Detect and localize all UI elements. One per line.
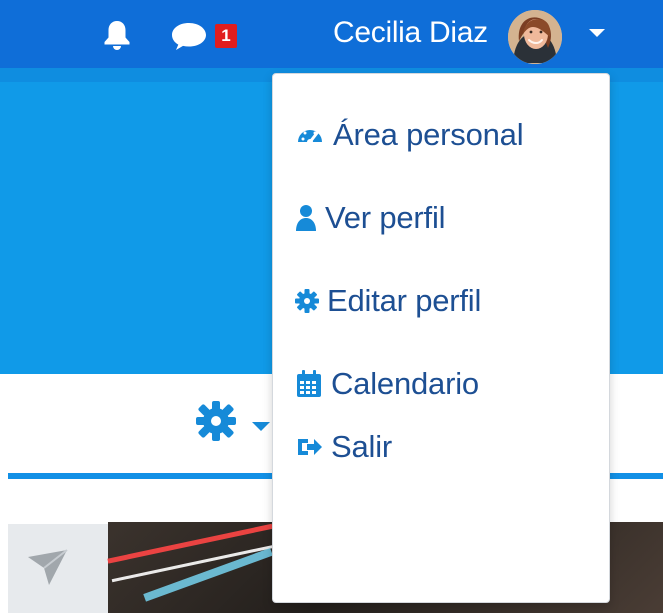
avatar[interactable] — [508, 10, 562, 64]
user-dropdown-menu: Área personal Ver perfil Editar perfil C… — [272, 73, 610, 603]
message-count-badge: 1 — [215, 24, 237, 48]
menu-item-salir[interactable]: Salir — [273, 424, 609, 470]
menu-item-calendario[interactable]: Calendario — [273, 361, 609, 407]
sign-out-icon — [298, 439, 322, 455]
moodle-user-menu-screen: 1 Cecilia Diaz Área personal Ver perfil … — [0, 0, 663, 613]
send-icon — [28, 549, 68, 585]
messages-button[interactable] — [167, 18, 211, 54]
caret-down-icon — [589, 29, 605, 37]
dashboard-icon — [298, 130, 322, 145]
menu-item-editar-perfil[interactable]: Editar perfil — [273, 278, 609, 324]
user-icon — [296, 205, 316, 231]
menu-item-label: Área personal — [333, 117, 524, 152]
menu-item-area-personal[interactable]: Área personal — [273, 112, 609, 158]
menu-item-label: Calendario — [331, 366, 479, 401]
notifications-button[interactable] — [98, 18, 136, 50]
menu-item-label: Salir — [331, 429, 393, 464]
caret-down-icon — [252, 422, 270, 431]
top-navigation-bar: 1 Cecilia Diaz — [0, 0, 663, 68]
settings-menu-button[interactable] — [192, 399, 282, 443]
send-button[interactable] — [24, 547, 72, 587]
menu-item-label: Editar perfil — [327, 283, 482, 318]
user-name[interactable]: Cecilia Diaz — [333, 16, 488, 50]
chat-bubble-icon — [172, 23, 206, 50]
menu-item-ver-perfil[interactable]: Ver perfil — [273, 195, 609, 241]
menu-item-label: Ver perfil — [325, 200, 446, 235]
bell-icon — [104, 21, 130, 50]
gear-icon — [295, 289, 319, 313]
calendar-icon — [297, 370, 321, 397]
profile-photo-icon — [508, 10, 562, 64]
user-menu-toggle[interactable] — [586, 26, 608, 40]
gear-icon — [196, 401, 270, 441]
